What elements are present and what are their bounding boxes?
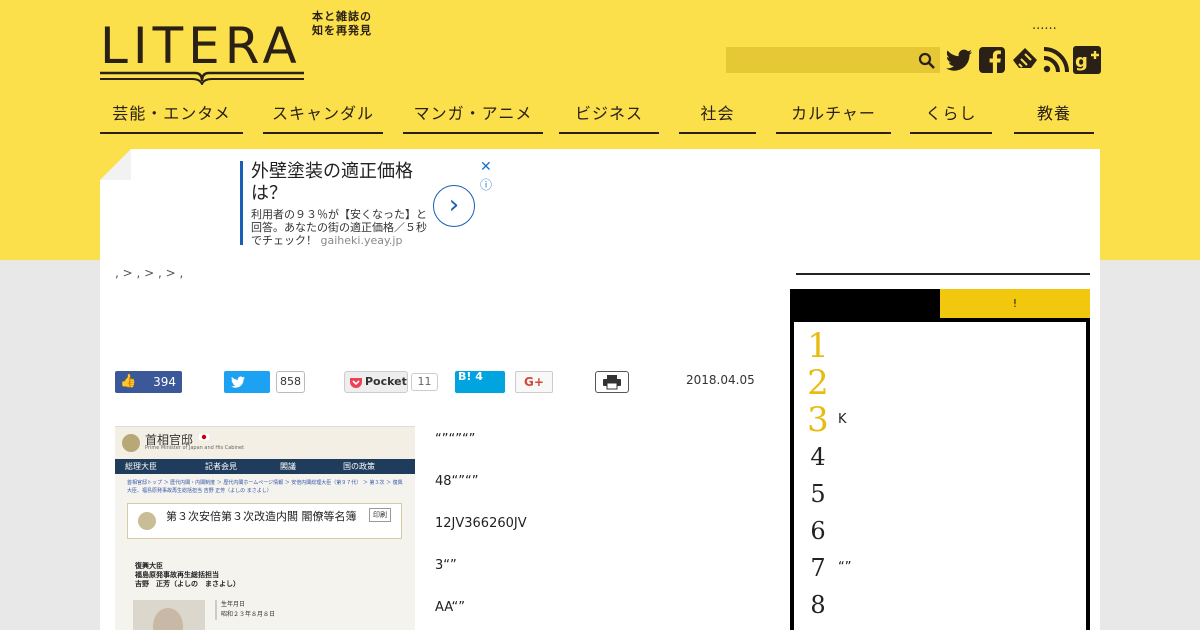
image-nav-item: 閣議 bbox=[280, 462, 296, 471]
ranking-tabs: ! bbox=[790, 289, 1090, 318]
nav-item-society[interactable]: 社会 bbox=[679, 100, 756, 134]
nav-item-culture[interactable]: カルチャー bbox=[776, 100, 891, 134]
rank-number: 1 bbox=[807, 326, 829, 366]
nav-item-culture-education[interactable]: 教養 bbox=[1014, 100, 1094, 134]
rank-title: “” bbox=[838, 560, 852, 575]
search-icon[interactable] bbox=[918, 52, 936, 70]
twitter-bird-icon bbox=[231, 376, 245, 388]
image-site-subtitle: Prime Minister of Japan and His Cabinet bbox=[145, 445, 245, 451]
nav-item-entertainment[interactable]: 芸能・エンタメ bbox=[100, 100, 243, 134]
post-date: 2018.04.05 bbox=[686, 373, 755, 387]
google-plus-icon[interactable]: g bbox=[1072, 45, 1102, 75]
rank-title: K bbox=[838, 412, 847, 427]
image-print-button: 印刷 bbox=[369, 508, 391, 522]
facebook-icon[interactable] bbox=[977, 45, 1007, 75]
tagline-line-1: 本と雑誌の bbox=[312, 10, 372, 23]
ad-info-icon[interactable]: ⓘ bbox=[480, 176, 492, 193]
rank-number: 4 bbox=[810, 443, 826, 471]
image-site-nav: 総理大臣 記者会見 閣議 国の政策 bbox=[115, 459, 415, 474]
ranking-tab-2[interactable]: ! bbox=[940, 289, 1090, 318]
rank-number: 3 bbox=[807, 400, 829, 440]
facebook-like-button[interactable]: 👍 394 bbox=[115, 371, 182, 393]
tagline-line-2: 知を再発見 bbox=[312, 24, 372, 37]
article-paragraph: 48“”“” bbox=[435, 474, 479, 489]
thumbs-up-icon: 👍 bbox=[120, 374, 137, 389]
tweet-count: 858 bbox=[276, 371, 305, 393]
pocket-button[interactable]: Pocket bbox=[344, 371, 408, 393]
image-title-box: 第３次安倍第３次改造内閣 閣僚等名簿 印刷 bbox=[127, 503, 402, 539]
breadcrumb[interactable]: , > , > , > , bbox=[115, 266, 183, 280]
article-paragraph: 3“” bbox=[435, 558, 457, 573]
crest-icon bbox=[138, 512, 156, 530]
google-plus-share-button[interactable]: G+ bbox=[515, 371, 553, 393]
image-breadcrumb: 首相官邸トップ ＞ 歴代内閣・内閣制度 ＞ 歴代内閣ホームページ情報 ＞ 安倍内… bbox=[127, 480, 403, 494]
nav-item-living[interactable]: くらし bbox=[910, 100, 992, 134]
japan-flag-icon bbox=[198, 433, 210, 441]
rss-icon[interactable] bbox=[1041, 45, 1071, 75]
book-icon bbox=[100, 71, 304, 85]
svg-text:g: g bbox=[1075, 51, 1088, 72]
article-image[interactable]: 首相官邸 Prime Minister of Japan and His Cab… bbox=[115, 426, 415, 630]
pocket-icon bbox=[350, 378, 362, 388]
feedly-icon[interactable] bbox=[1010, 45, 1040, 75]
nav-item-business[interactable]: ビジネス bbox=[559, 100, 659, 134]
article-body: “”“”“” 48“”“” 12JV366260JV 3“” AA“” bbox=[435, 432, 527, 630]
minister-face bbox=[153, 608, 183, 630]
search-input[interactable] bbox=[726, 47, 940, 73]
rank-number: 5 bbox=[810, 480, 826, 508]
ranking-list: 1 2 3 K 4 5 6 7 “” 8 bbox=[790, 318, 1090, 630]
hatena-bookmark-button[interactable]: B! 4 bbox=[455, 370, 505, 393]
image-nav-item: 国の政策 bbox=[343, 462, 375, 471]
rank-number: 6 bbox=[810, 517, 826, 545]
sidebar-rule bbox=[796, 273, 1090, 275]
article-paragraph: 12JV366260JV bbox=[435, 516, 527, 531]
pocket-label: Pocket bbox=[365, 375, 407, 388]
article-paragraph: “”“”“” bbox=[435, 432, 476, 447]
nav-item-scandal[interactable]: スキャンダル bbox=[263, 100, 383, 134]
ad-body[interactable]: 利用者の９３％が【安くなった】と回答。あなたの街の適正価格／５秒でチェック！ g… bbox=[251, 208, 431, 247]
kiri-crest-icon bbox=[122, 434, 140, 452]
article-paragraph: AA“” bbox=[435, 600, 465, 615]
image-nav-item: 記者会見 bbox=[205, 462, 237, 471]
image-minister-info: 生年月日 昭和２３年８月８日 bbox=[215, 600, 275, 620]
tweet-button[interactable] bbox=[224, 371, 270, 393]
pocket-count: 11 bbox=[411, 373, 438, 391]
page-fold bbox=[100, 149, 131, 180]
site-logo[interactable]: LITERA 本と雑誌の 知を再発見 bbox=[100, 10, 380, 87]
twitter-icon[interactable] bbox=[944, 45, 974, 75]
ad-banner[interactable]: 外壁塗装の適正価格は？ 利用者の９３％が【安くなった】と回答。あなたの街の適正価… bbox=[240, 161, 500, 247]
rank-number: 7 bbox=[810, 554, 826, 582]
ad-close-icon[interactable]: ✕ bbox=[480, 159, 492, 175]
ad-domain: gaiheki.yeay.jp bbox=[320, 234, 403, 247]
header-mini-text: ...... bbox=[1032, 18, 1057, 33]
logo-text: LITERA bbox=[100, 17, 302, 75]
ad-title[interactable]: 外壁塗装の適正価格は？ bbox=[251, 161, 431, 205]
ranking-tab-1[interactable] bbox=[790, 289, 940, 318]
image-site-header: 首相官邸 Prime Minister of Japan and His Cab… bbox=[115, 427, 415, 459]
image-minister-role: 復興大臣 福島原発事故再生総括担当 吉野 正芳（よしの まさよし） bbox=[135, 562, 240, 588]
rank-number: 2 bbox=[807, 363, 829, 403]
nav-item-manga-anime[interactable]: マンガ・アニメ bbox=[403, 100, 543, 134]
like-count: 394 bbox=[153, 375, 176, 389]
ad-arrow-button[interactable]: › bbox=[433, 185, 475, 227]
image-box-title: 第３次安倍第３次改造内閣 閣僚等名簿 bbox=[166, 510, 357, 523]
print-button[interactable] bbox=[595, 371, 629, 393]
rank-number: 8 bbox=[810, 591, 826, 619]
image-minister-photo bbox=[133, 600, 205, 630]
logo-tagline: 本と雑誌の 知を再発見 bbox=[312, 10, 372, 38]
hatena-label: B! 4 bbox=[458, 370, 483, 383]
printer-icon bbox=[603, 375, 621, 390]
image-nav-item: 総理大臣 bbox=[125, 462, 157, 471]
